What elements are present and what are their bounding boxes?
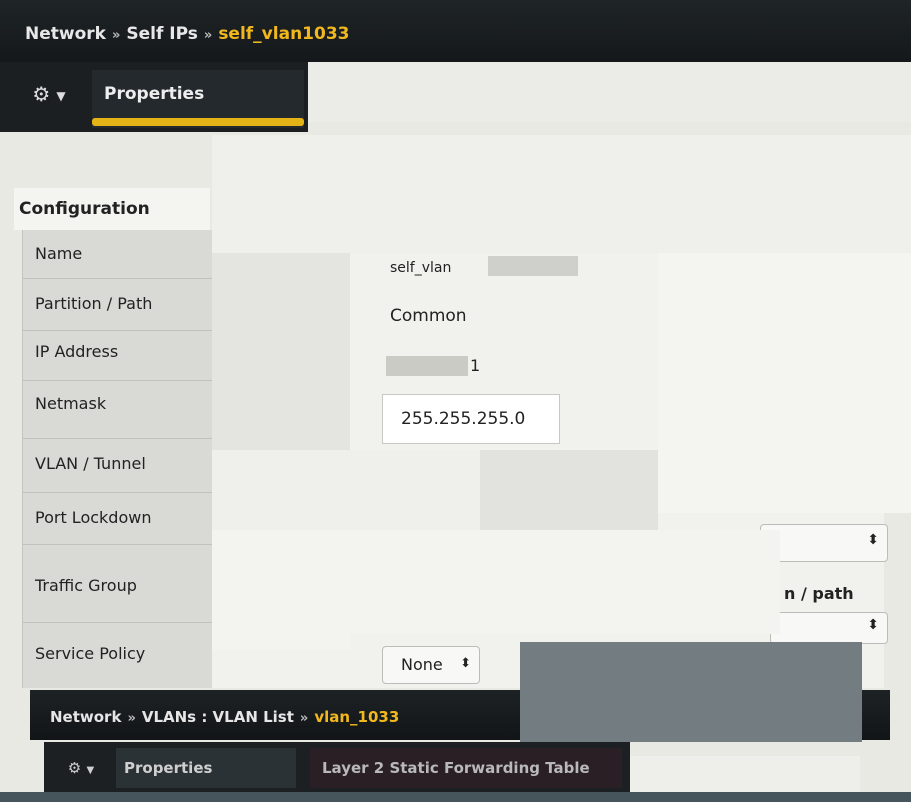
redacted-region bbox=[488, 256, 578, 276]
service-policy-select[interactable]: None ⬍ bbox=[382, 646, 480, 684]
breadcrumb-network-link[interactable]: Network bbox=[25, 24, 106, 44]
traffic-group-path-select[interactable]: ⬍ bbox=[770, 612, 888, 644]
redacted-region bbox=[520, 690, 862, 742]
breadcrumb: Network » Self IPs » self_vlan1033 bbox=[25, 24, 349, 44]
redacted-region bbox=[480, 450, 658, 530]
service-policy-label: Service Policy bbox=[35, 644, 146, 663]
gear-icon: ⚙ bbox=[32, 82, 51, 106]
chevron-up-down-icon: ⬍ bbox=[867, 532, 879, 548]
tab-active-indicator bbox=[92, 118, 304, 126]
chevron-down-icon: ▼ bbox=[86, 765, 95, 776]
gear-icon: ⚙ bbox=[67, 759, 82, 777]
section-header: Configuration bbox=[14, 188, 210, 230]
tab-properties-label: Properties bbox=[104, 84, 205, 104]
netmask-value: 255.255.255.0 bbox=[401, 409, 526, 429]
name-value: self_vlan bbox=[390, 260, 452, 276]
redacted-region bbox=[212, 530, 780, 634]
redacted-region bbox=[212, 634, 350, 650]
breadcrumb-current: self_vlan1033 bbox=[218, 24, 350, 44]
redacted-region bbox=[212, 450, 480, 530]
chevron-up-down-icon: ⬍ bbox=[867, 617, 879, 633]
breadcrumb-self-ips-link[interactable]: Self IPs bbox=[126, 24, 198, 44]
name-label: Name bbox=[35, 244, 83, 263]
bottom-tab-properties[interactable]: Properties bbox=[116, 748, 296, 788]
divider bbox=[23, 492, 213, 493]
redacted-region bbox=[212, 253, 350, 453]
chevron-up-down-icon: ⬍ bbox=[460, 656, 471, 671]
netmask-field[interactable]: 255.255.255.0 bbox=[382, 394, 560, 444]
redacted-region bbox=[386, 356, 468, 376]
ip-address-value: 1 bbox=[470, 356, 481, 375]
configuration-title: Configuration bbox=[19, 199, 150, 219]
breadcrumb-separator: » bbox=[127, 711, 136, 726]
tab-bar: ⚙ ▼ Properties bbox=[0, 62, 308, 132]
partition-label: Partition / Path bbox=[35, 294, 153, 313]
breadcrumb-separator: » bbox=[203, 28, 213, 43]
screen-bezel bbox=[0, 792, 911, 802]
bottom-gear-menu-button[interactable]: ⚙ ▼ bbox=[54, 748, 108, 788]
breadcrumb-separator: » bbox=[111, 28, 121, 43]
bottom-tab-bar: ⚙ ▼ Properties Layer 2 Static Forwarding… bbox=[44, 742, 630, 792]
divider bbox=[23, 330, 213, 331]
netmask-label: Netmask bbox=[35, 394, 107, 413]
breadcrumb-bar: Network » Self IPs » self_vlan1033 bbox=[0, 0, 911, 62]
traffic-group-path-text: n / path bbox=[784, 584, 854, 603]
port-lockdown-label: Port Lockdown bbox=[35, 508, 152, 527]
screen: Network» Self IPs» self_vlan1033 ⚙ ▼ Proper… bbox=[0, 0, 911, 802]
service-policy-value: None bbox=[401, 655, 443, 674]
redacted-region bbox=[212, 135, 911, 253]
bottom-breadcrumb: Network » VLANs : VLAN List » vlan_1033 bbox=[50, 708, 399, 726]
label-column: Name Partition / Path IP Address Netmask… bbox=[22, 230, 213, 688]
bottom-breadcrumb-network-link[interactable]: Network bbox=[50, 708, 121, 726]
divider bbox=[23, 622, 213, 623]
ip-address-label: IP Address bbox=[35, 342, 119, 361]
divider bbox=[23, 544, 213, 545]
bottom-breadcrumb-current: vlan_1033 bbox=[314, 708, 400, 726]
gear-menu-button[interactable]: ⚙ ▼ bbox=[14, 74, 84, 114]
partition-value: Common bbox=[390, 306, 467, 326]
redacted-region bbox=[308, 62, 911, 122]
divider bbox=[23, 278, 213, 279]
tab-properties[interactable]: Properties bbox=[92, 70, 304, 128]
divider bbox=[23, 438, 213, 439]
chevron-down-icon: ▼ bbox=[56, 88, 66, 103]
vlan-tunnel-label: VLAN / Tunnel bbox=[35, 454, 146, 473]
bottom-tab-l2-forwarding-table[interactable]: Layer 2 Static Forwarding Table bbox=[310, 748, 622, 788]
divider bbox=[23, 380, 213, 381]
bottom-breadcrumb-vlans-link[interactable]: VLANs : VLAN List bbox=[142, 708, 294, 726]
breadcrumb-separator: » bbox=[299, 711, 309, 726]
traffic-group-label: Traffic Group bbox=[35, 576, 137, 595]
redacted-region bbox=[658, 253, 911, 513]
